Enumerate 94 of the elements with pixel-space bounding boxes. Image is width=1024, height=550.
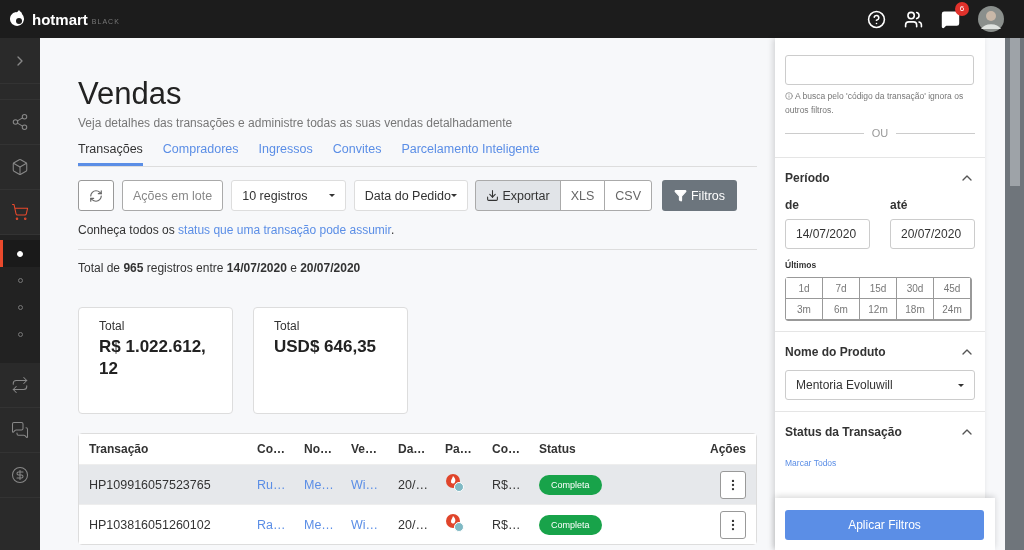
cart-icon[interactable] <box>11 203 29 221</box>
caret-icon <box>451 194 458 197</box>
group-icon[interactable] <box>904 9 923 29</box>
dollar-icon[interactable] <box>11 466 29 484</box>
range-button[interactable]: 45d <box>934 278 971 300</box>
page-subtitle: Veja detalhes das transações e administre todas as suas vendas detalhadamente <box>78 116 514 130</box>
status-badge: Completa <box>539 474 602 495</box>
info-text: Conheça todos os status que uma transação pode assumir. <box>78 223 757 250</box>
field-label: até <box>890 198 909 213</box>
column-header: Co… <box>492 442 521 456</box>
field-label: de <box>785 198 800 213</box>
column-header: Status <box>539 442 577 456</box>
help-icon[interactable] <box>867 9 886 29</box>
transaction-code-field[interactable] <box>785 55 974 85</box>
buyer-link[interactable]: Ra… <box>257 517 304 532</box>
column-header: No… <box>304 442 333 456</box>
cube-icon[interactable] <box>11 158 29 176</box>
filter-icon <box>673 189 687 202</box>
export-button[interactable]: Exportar <box>475 180 561 211</box>
column-header: Ações <box>708 442 746 456</box>
date-field-select[interactable]: Data do Pedido <box>353 180 469 211</box>
column-header: Transação <box>89 442 150 456</box>
product-link[interactable]: Me… <box>304 517 351 532</box>
payment-icon <box>445 472 465 493</box>
actions-button[interactable] <box>720 470 746 499</box>
page-size-select[interactable]: 10 registros <box>231 180 346 211</box>
batch-actions-button[interactable]: Ações em lote <box>122 180 224 211</box>
logo-text: hotmart <box>32 10 88 28</box>
table-cell-text: R$… <box>492 517 522 532</box>
field-label: Últimos <box>785 260 818 271</box>
range-button[interactable]: 1d <box>786 278 823 300</box>
date-field[interactable]: 20/07/2020 <box>890 219 975 250</box>
table-cell-text: 20/… <box>398 477 429 492</box>
section-title: Nome do Produto <box>785 345 886 360</box>
mark-all-link[interactable]: Marcar Todos <box>785 458 975 469</box>
seller-link[interactable]: Wi… <box>351 517 398 532</box>
code-note: A busca pelo 'código da transação' ignora os outros filtros. <box>785 90 965 117</box>
section-title: Status da Transação <box>785 425 902 440</box>
status-link[interactable]: status que uma transação pode assumir <box>178 223 391 237</box>
range-button[interactable]: 30d <box>897 278 934 300</box>
page-title: Vendas <box>78 76 183 112</box>
caret-icon <box>958 383 964 387</box>
refresh-icon <box>89 188 103 203</box>
table-cell-text: 20/… <box>398 517 429 532</box>
table-cell-text: HP103816051260102 <box>89 517 212 532</box>
tab[interactable]: Convites <box>332 142 382 166</box>
avatar[interactable] <box>978 6 1004 32</box>
card-label: Total <box>99 319 126 333</box>
refresh-button[interactable] <box>78 180 114 211</box>
actions-button[interactable] <box>720 510 746 539</box>
product-select[interactable]: Mentoria Evoluwill <box>785 370 975 401</box>
column-header: Co… <box>257 442 286 456</box>
date-field[interactable]: 14/07/2020 <box>785 219 870 250</box>
card-value: R$ 1.022.612,12 <box>99 336 207 381</box>
range-button[interactable]: 18m <box>897 299 934 321</box>
range-button[interactable]: 7d <box>823 278 860 300</box>
range-button[interactable]: 15d <box>860 278 897 300</box>
or-divider-text: OU <box>871 127 889 140</box>
format-button[interactable]: CSV <box>604 180 652 211</box>
payment-icon <box>445 512 465 533</box>
table-cell-text: R$… <box>492 477 522 492</box>
section-title: Período <box>785 171 830 186</box>
column-header: Pa… <box>445 442 473 456</box>
column-header: Ve… <box>351 442 378 456</box>
range-button[interactable]: 12m <box>860 299 897 321</box>
range-button[interactable]: 6m <box>823 299 860 321</box>
tab[interactable]: Ingressos <box>258 142 313 166</box>
arrows-icon[interactable] <box>11 376 29 394</box>
status-badge: Completa <box>539 514 602 535</box>
apply-filters-button[interactable]: Aplicar Filtros <box>785 510 984 540</box>
caret-icon <box>328 194 335 197</box>
card-label: Total <box>274 319 301 333</box>
tab[interactable]: Compradores <box>162 142 239 166</box>
column-header: Da… <box>398 442 427 456</box>
table-row[interactable]: HP109916057523765 Ru… Me… Wi… 20/… R$… Completa <box>79 464 756 504</box>
product-link[interactable]: Me… <box>304 477 351 492</box>
notification-badge: 6 <box>955 1 969 16</box>
seller-link[interactable]: Wi… <box>351 477 398 492</box>
network-icon[interactable] <box>11 113 29 131</box>
table-cell-text: HP109916057523765 <box>89 477 212 492</box>
range-button[interactable]: 24m <box>934 299 971 321</box>
info-icon <box>785 92 793 100</box>
tab[interactable]: Transações <box>78 142 143 166</box>
format-button[interactable]: XLS <box>559 180 606 211</box>
table-row[interactable]: HP103816051260102 Ra… Me… Wi… 20/… R$… Completa <box>79 504 756 544</box>
range-button[interactable]: 3m <box>786 299 823 321</box>
chat-icon[interactable] <box>941 9 960 29</box>
card-value: USD$ 646,35 <box>274 336 378 358</box>
buyer-link[interactable]: Ru… <box>257 477 304 492</box>
filters-button[interactable]: Filtros <box>661 180 737 211</box>
tab[interactable]: Parcelamento Inteligente <box>401 142 540 166</box>
download-icon <box>486 189 500 202</box>
submenu-item[interactable] <box>0 240 40 267</box>
total-summary: Total de 965 registros entre 14/07/2020 e 20/07/2020 <box>78 261 362 275</box>
